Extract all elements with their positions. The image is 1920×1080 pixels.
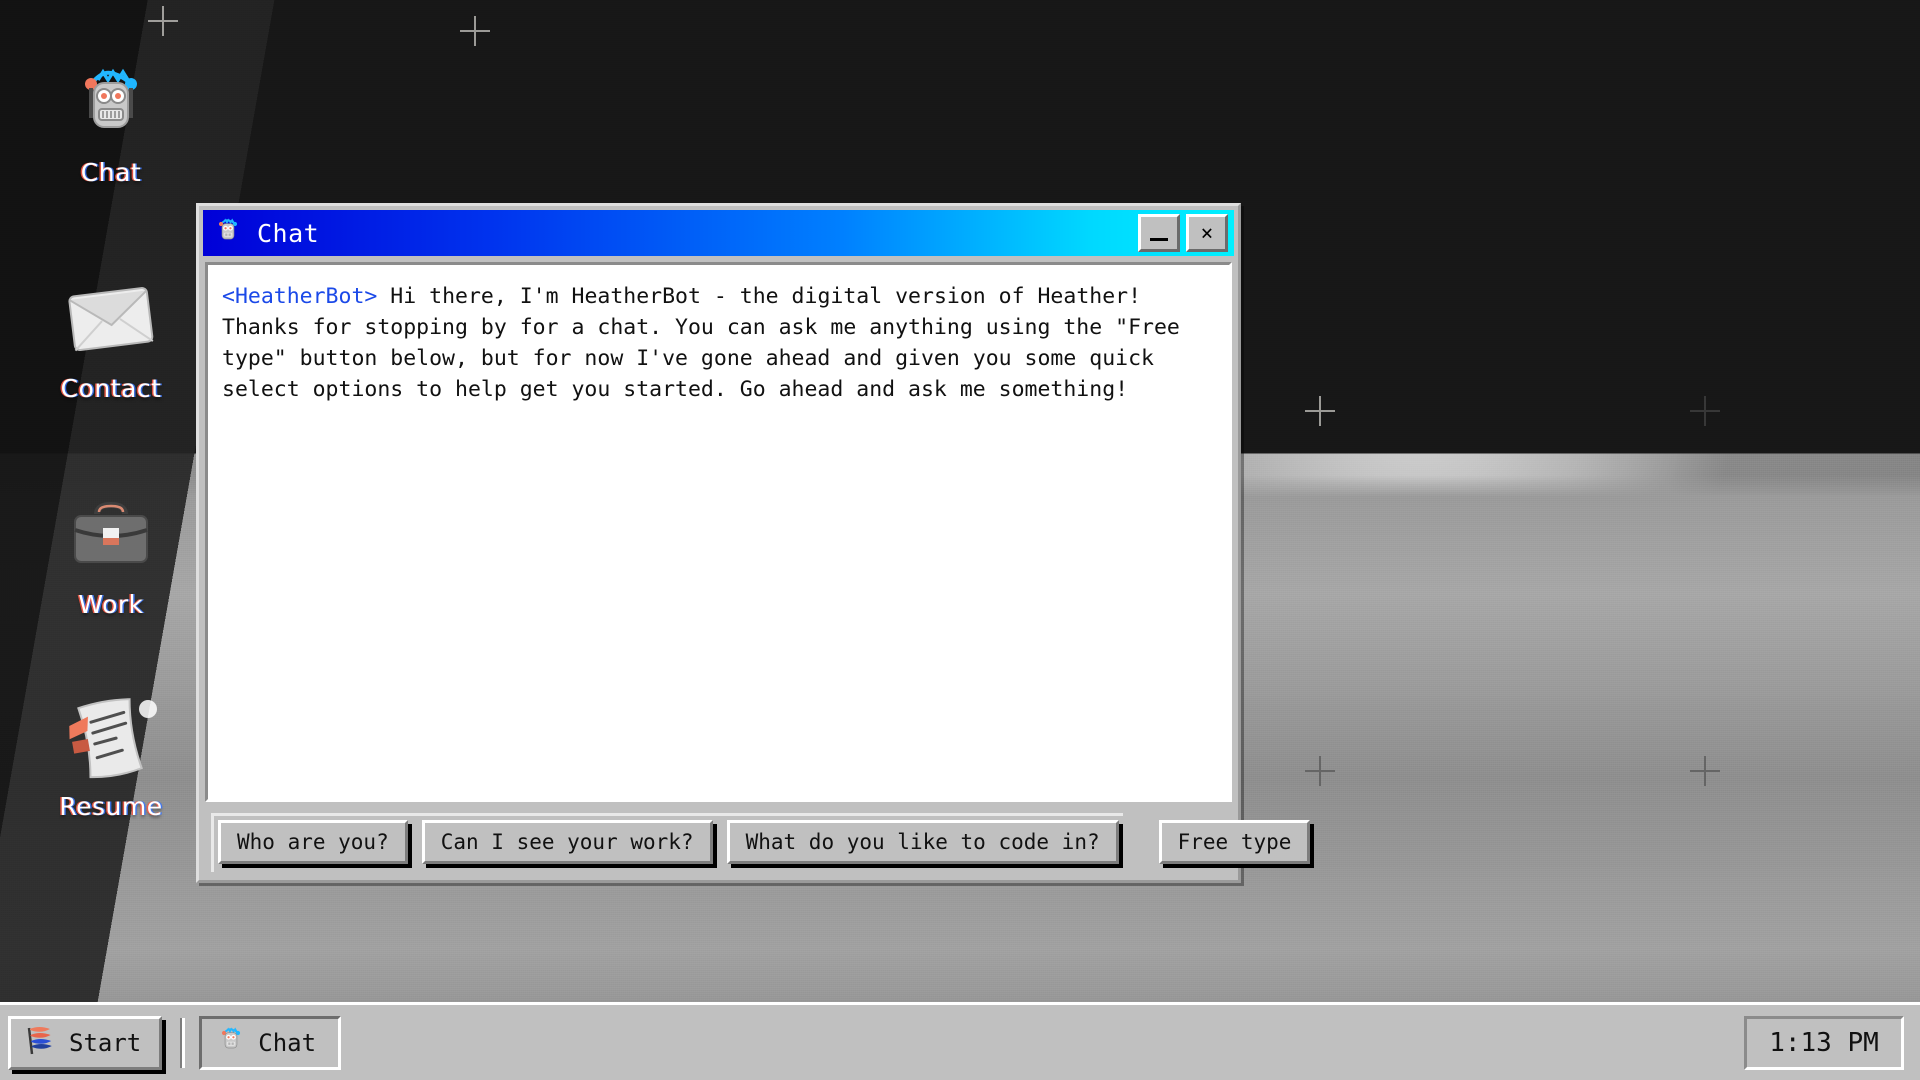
close-icon: ×	[1200, 220, 1214, 245]
taskbar[interactable]: Start Chat 1:13 PM	[0, 1002, 1920, 1080]
free-type-wrapper: Free type	[1158, 820, 1311, 864]
desktop-icon-chat[interactable]: Chat	[36, 56, 186, 187]
desktop-icon-label: Chat	[80, 158, 142, 187]
quick-reply-who-are-you[interactable]: Who are you?	[218, 819, 408, 864]
desktop-icon-label: Contact	[60, 374, 162, 403]
desktop-icon-label: Work	[78, 590, 144, 619]
envelope-icon	[36, 272, 186, 368]
taskbar-divider	[180, 1017, 186, 1068]
flag-icon	[23, 1024, 57, 1062]
start-button[interactable]: Start	[8, 1015, 163, 1070]
reseau-mark	[460, 16, 490, 46]
briefcase-icon	[36, 488, 186, 584]
quick-reply-group: Who are you? Can I see your work? What d…	[211, 812, 1123, 872]
window-title: Chat	[257, 218, 320, 248]
taskbar-item-label: Chat	[258, 1028, 317, 1057]
taskbar-clock[interactable]: 1:13 PM	[1744, 1015, 1904, 1070]
quick-reply-bar: Who are you? Can I see your work? What d…	[203, 802, 1311, 876]
chat-message: <HeatherBot> Hi there, I'm HeatherBot - …	[222, 281, 1215, 405]
desktop-icon-resume[interactable]: Resume	[36, 690, 186, 821]
free-type-button[interactable]: Free type	[1158, 820, 1311, 864]
chat-log[interactable]: <HeatherBot> Hi there, I'm HeatherBot - …	[205, 262, 1232, 802]
reseau-mark	[1305, 756, 1335, 786]
quick-reply-code-in[interactable]: What do you like to code in?	[726, 819, 1119, 864]
reseau-mark	[148, 6, 178, 36]
desktop-icon-label: Resume	[59, 792, 163, 821]
minimize-button[interactable]	[1138, 214, 1180, 252]
reseau-mark	[1305, 396, 1335, 426]
taskbar-item-chat[interactable]: Chat	[199, 1015, 342, 1070]
desktop-icon-contact[interactable]: Contact	[36, 272, 186, 403]
robot-icon	[216, 1025, 246, 1061]
chat-message-speaker: <HeatherBot>	[222, 284, 378, 309]
close-button[interactable]: ×	[1186, 214, 1228, 252]
quick-reply-see-work[interactable]: Can I see your work?	[421, 819, 713, 864]
chat-window[interactable]: Chat × <HeatherBot> Hi there, I'm Heathe…	[196, 203, 1311, 883]
start-button-label: Start	[69, 1028, 142, 1057]
reseau-mark	[1690, 396, 1720, 426]
robot-icon	[213, 216, 243, 250]
window-titlebar[interactable]: Chat ×	[203, 210, 1234, 256]
desktop-icon-work[interactable]: Work	[36, 488, 186, 619]
scroll-document-icon	[36, 690, 186, 786]
reseau-mark	[1690, 756, 1720, 786]
desktop[interactable]: Chat Contact Work Resume Chat × <Heather…	[0, 0, 1920, 1080]
robot-icon	[36, 56, 186, 152]
minimize-icon	[1150, 238, 1168, 241]
